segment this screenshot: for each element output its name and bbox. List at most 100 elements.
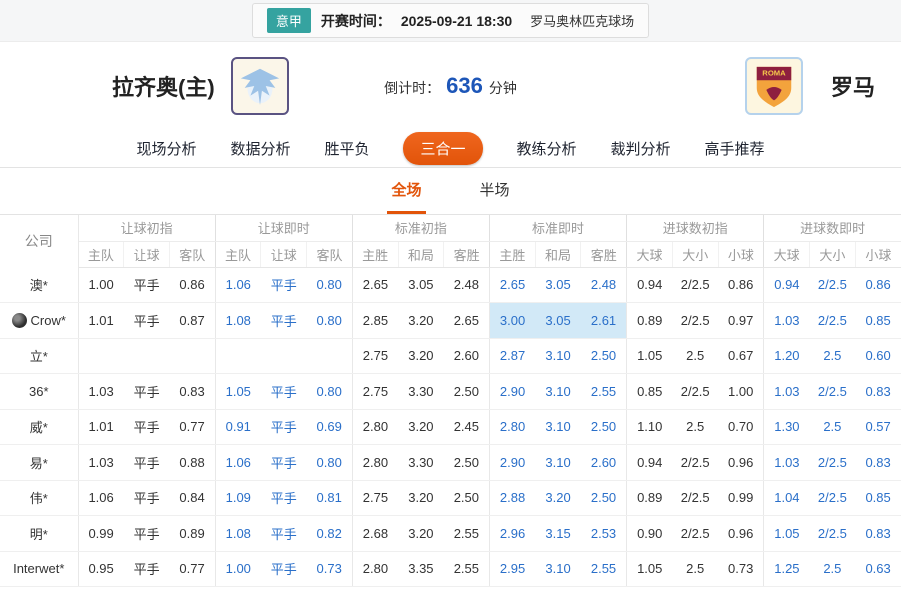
odds-cell: 2.61 (581, 303, 627, 339)
odds-cell: 2.90 (489, 374, 535, 410)
odds-cell: 1.03 (764, 303, 810, 339)
odds-cell: 1.25 (764, 551, 810, 587)
odds-cell: 0.83 (855, 445, 901, 481)
odds-cell: 2.48 (581, 267, 627, 303)
odds-cell: 3.20 (535, 480, 581, 516)
odds-cell: 0.97 (718, 303, 764, 339)
kickoff-time: 2025-09-21 18:30 (401, 13, 512, 29)
table-row: 36*1.03平手0.831.05平手0.802.753.302.502.903… (0, 374, 901, 410)
odds-cell: 0.80 (307, 374, 353, 410)
tab-expert-picks[interactable]: 高手推荐 (705, 138, 765, 159)
tab-coach-analysis[interactable]: 教练分析 (517, 138, 577, 159)
odds-cell: 0.86 (169, 267, 215, 303)
odds-cell: 0.80 (307, 303, 353, 339)
col-header: 小球 (718, 241, 764, 267)
col-header: 大小 (810, 241, 856, 267)
odds-cell: 0.77 (169, 409, 215, 445)
company-name: Interwet* (13, 561, 64, 576)
odds-cell: 1.03 (764, 374, 810, 410)
analysis-nav: 现场分析 数据分析 胜平负 三合一 教练分析 裁判分析 高手推荐 (0, 130, 901, 168)
odds-cell: 平手 (124, 445, 170, 481)
odds-cell: 0.85 (627, 374, 673, 410)
odds-cell: 1.01 (78, 303, 124, 339)
odds-cell: 2/2.5 (810, 445, 856, 481)
company-column-header: 公司 (0, 215, 78, 267)
col-header: 和局 (535, 241, 581, 267)
odds-cell: 平手 (261, 303, 307, 339)
odds-cell: 2.80 (352, 409, 398, 445)
venue-name: 罗马奥林匹克球场 (530, 11, 634, 30)
odds-cell: 1.05 (215, 374, 261, 410)
tab-referee-analysis[interactable]: 裁判分析 (611, 138, 671, 159)
company-name: 伟* (30, 491, 48, 506)
tab-live-analysis[interactable]: 现场分析 (136, 138, 196, 159)
company-name: 易* (30, 456, 48, 471)
tab-win-draw-lose[interactable]: 胜平负 (324, 138, 369, 159)
company-cell: 易* (0, 445, 78, 481)
tab-half-match[interactable]: 半场 (476, 168, 514, 214)
odds-cell: 2/2.5 (810, 303, 856, 339)
odds-cell: 3.20 (398, 338, 444, 374)
odds-cell: 1.30 (764, 409, 810, 445)
odds-cell: 0.87 (169, 303, 215, 339)
odds-cell: 2.55 (444, 551, 490, 587)
company-cell: 立* (0, 338, 78, 374)
countdown-unit: 分钟 (489, 78, 517, 98)
odds-cell: 2.55 (581, 551, 627, 587)
match-header: 拉齐奥(主) 倒计时： 636 分钟 ROMA 罗马 (0, 42, 901, 130)
odds-cell: 2.95 (489, 551, 535, 587)
odds-cell: 2.75 (352, 480, 398, 516)
odds-cell: 2.90 (489, 445, 535, 481)
odds-cell: 2/2.5 (672, 374, 718, 410)
col-header: 客胜 (581, 241, 627, 267)
odds-cell: 2.68 (352, 516, 398, 552)
odds-cell: 2.5 (672, 551, 718, 587)
odds-cell: 0.94 (627, 267, 673, 303)
odds-cell: 3.05 (535, 303, 581, 339)
odds-cell: 2.50 (581, 480, 627, 516)
table-row: 威*1.01平手0.770.91平手0.692.803.202.452.803.… (0, 409, 901, 445)
away-team-logo-icon: ROMA (745, 57, 803, 115)
odds-cell: 0.94 (627, 445, 673, 481)
odds-cell: 0.83 (855, 516, 901, 552)
group-header-goals-initial: 进球数初指 (627, 215, 764, 241)
col-header: 让球 (124, 241, 170, 267)
period-subnav: 全场 半场 (0, 168, 901, 215)
tab-full-match[interactable]: 全场 (387, 168, 425, 214)
odds-cell: 1.00 (78, 267, 124, 303)
odds-cell: 平手 (261, 267, 307, 303)
kickoff-label: 开赛时间： (321, 11, 391, 31)
odds-cell: 1.06 (215, 267, 261, 303)
league-badge: 意甲 (267, 8, 311, 33)
company-cell: 明* (0, 516, 78, 552)
col-header: 客队 (169, 241, 215, 267)
odds-cell: 平手 (124, 303, 170, 339)
odds-cell: 0.86 (855, 267, 901, 303)
table-row: 明*0.99平手0.891.08平手0.822.683.202.552.963.… (0, 516, 901, 552)
odds-cell: 0.94 (764, 267, 810, 303)
company-cell: 伟* (0, 480, 78, 516)
odds-cell: 0.81 (307, 480, 353, 516)
tab-data-analysis[interactable]: 数据分析 (230, 138, 290, 159)
odds-cell: 2/2.5 (810, 516, 856, 552)
group-header-row: 公司 让球初指 让球即时 标准初指 标准即时 进球数初指 进球数即时 (0, 215, 901, 241)
match-info-box: 意甲 开赛时间： 2025-09-21 18:30 罗马奥林匹克球场 (252, 3, 649, 38)
company-cell: 36* (0, 374, 78, 410)
odds-cell: 1.00 (215, 551, 261, 587)
odds-cell: 2/2.5 (810, 374, 856, 410)
table-row: 立*2.753.202.602.873.102.501.052.50.671.2… (0, 338, 901, 374)
odds-cell: 3.10 (535, 551, 581, 587)
odds-cell: 2.5 (672, 409, 718, 445)
home-team-logo-icon (231, 57, 289, 115)
topbar: 意甲 开赛时间： 2025-09-21 18:30 罗马奥林匹克球场 (0, 0, 901, 42)
odds-cell: 0.73 (307, 551, 353, 587)
odds-cell: 2.45 (444, 409, 490, 445)
table-row: 伟*1.06平手0.841.09平手0.812.753.202.502.883.… (0, 480, 901, 516)
col-header: 大小 (672, 241, 718, 267)
col-header: 主胜 (352, 241, 398, 267)
group-header-handicap-live: 让球即时 (215, 215, 352, 241)
odds-cell: 2.50 (581, 338, 627, 374)
tab-three-in-one[interactable]: 三合一 (403, 132, 482, 165)
odds-cell: 0.86 (718, 267, 764, 303)
odds-cell: 1.06 (78, 480, 124, 516)
